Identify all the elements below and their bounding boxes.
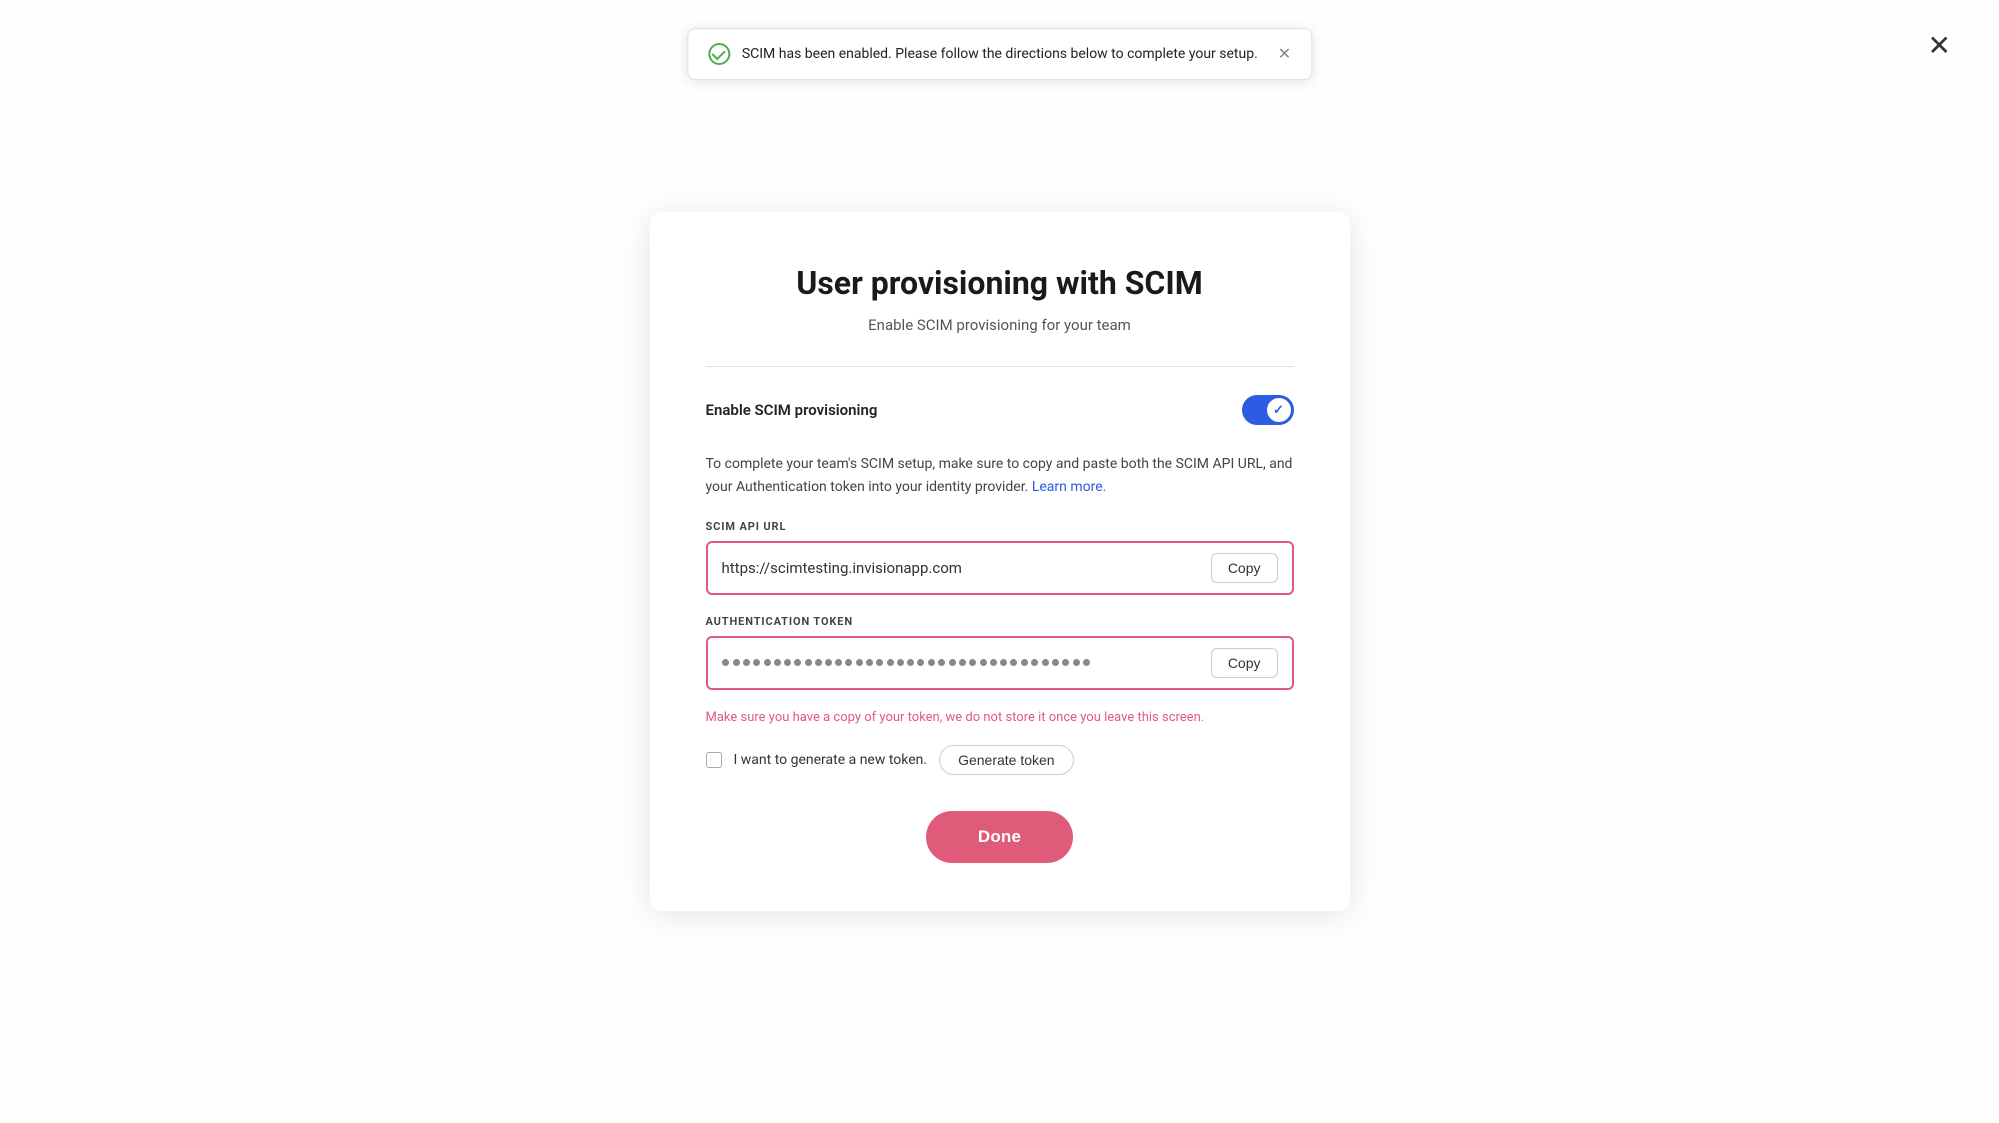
scim-toggle[interactable] [1242, 395, 1294, 425]
copy-token-button[interactable]: Copy [1211, 648, 1278, 678]
done-wrap: Done [706, 811, 1294, 863]
done-button[interactable]: Done [926, 811, 1073, 863]
auth-token-label: Authentication token [706, 615, 1294, 628]
modal-title: User provisioning with SCIM [706, 264, 1294, 302]
auth-token-section: Authentication token Copy [706, 615, 1294, 690]
new-token-label: I want to generate a new token. [734, 752, 928, 768]
description-text: To complete your team's SCIM setup, make… [706, 453, 1294, 498]
toast-success-icon [708, 43, 730, 65]
generate-token-button[interactable]: Generate token [939, 745, 1074, 775]
scim-url-section: SCIM API URL https://scimtesting.invisio… [706, 520, 1294, 595]
modal-card: User provisioning with SCIM Enable SCIM … [650, 212, 1350, 911]
scim-url-value: https://scimtesting.invisionapp.com [722, 559, 1201, 577]
toggle-row: Enable SCIM provisioning [706, 395, 1294, 425]
new-token-checkbox[interactable] [706, 752, 722, 768]
modal-subtitle: Enable SCIM provisioning for your team [706, 316, 1294, 334]
token-dots [722, 659, 1201, 666]
copy-url-button[interactable]: Copy [1211, 553, 1278, 583]
toast-notification: SCIM has been enabled. Please follow the… [687, 28, 1312, 80]
scim-url-label: SCIM API URL [706, 520, 1294, 533]
learn-more-link[interactable]: Learn more. [1032, 479, 1107, 495]
toggle-label: Enable SCIM provisioning [706, 401, 878, 419]
new-token-row: I want to generate a new token. Generate… [706, 745, 1294, 775]
auth-token-box: Copy [706, 636, 1294, 690]
warning-text: Make sure you have a copy of your token,… [706, 710, 1294, 725]
divider [706, 366, 1294, 367]
toggle-knob [1267, 398, 1291, 422]
modal-overlay: ✕ SCIM has been enabled. Please follow t… [0, 0, 1999, 1123]
scim-url-box: https://scimtesting.invisionapp.com Copy [706, 541, 1294, 595]
close-icon[interactable]: ✕ [1928, 32, 1951, 60]
toast-message: SCIM has been enabled. Please follow the… [742, 46, 1258, 62]
toast-close-button[interactable]: ✕ [1278, 46, 1291, 62]
